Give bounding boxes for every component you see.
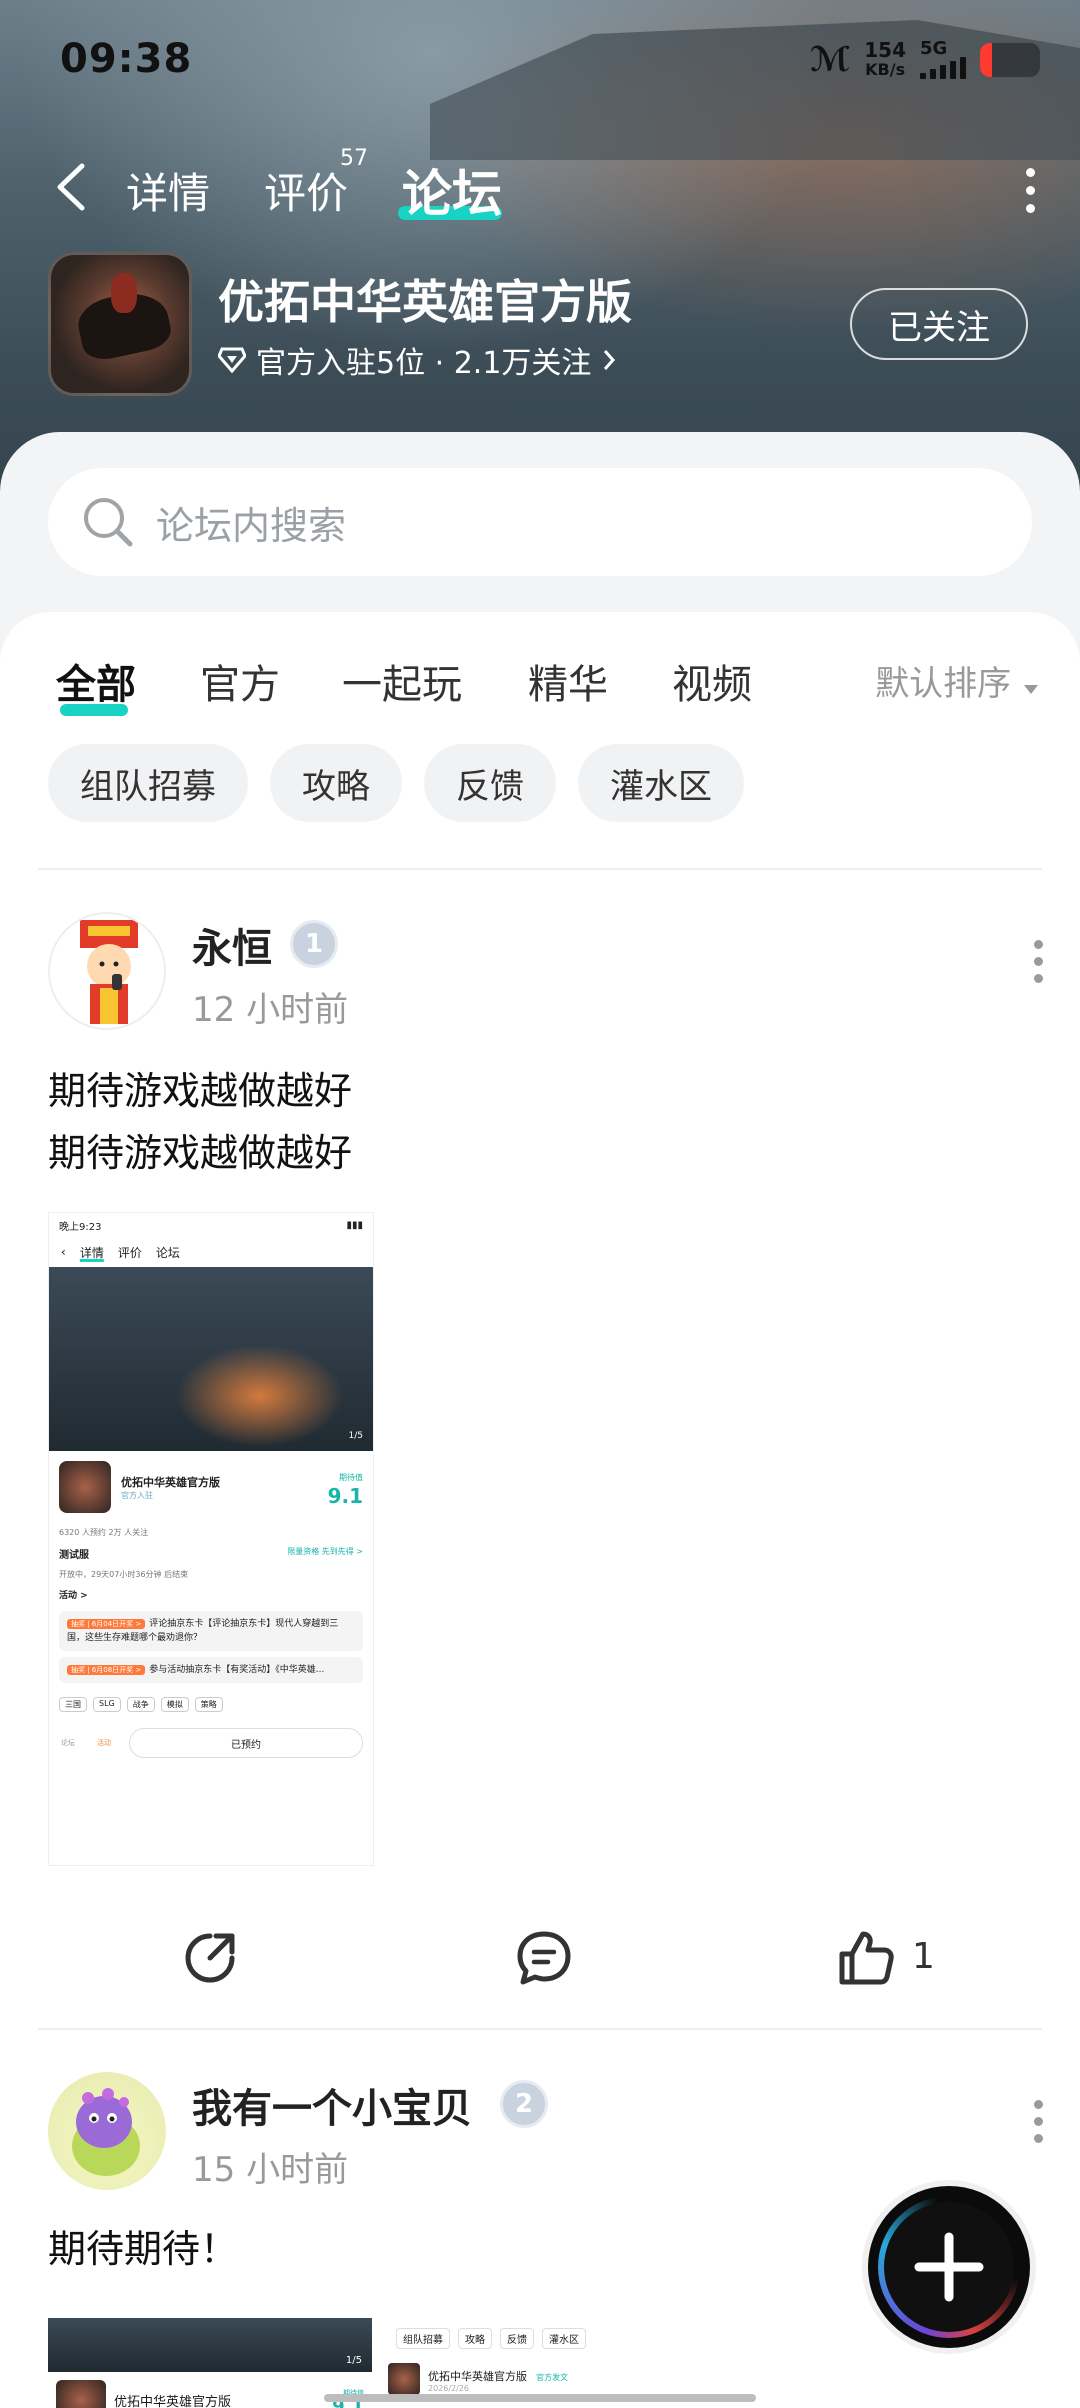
new-post-button[interactable] [868, 2186, 1030, 2348]
top-nav: 详情 评价 57 论坛 [0, 140, 1080, 230]
avatar[interactable] [48, 2072, 166, 2190]
comment-icon[interactable] [514, 1928, 574, 1988]
app-icon[interactable] [48, 252, 192, 396]
status-bar: 09:38 ℳ 154 KB/s 5G [60, 30, 1040, 90]
sort-dropdown[interactable]: 默认排序 [875, 656, 1040, 705]
share-icon[interactable] [180, 1928, 240, 1988]
post-time: 15 小时前 [192, 2150, 349, 2190]
back-arrow-icon[interactable] [52, 160, 92, 214]
forum-panel: 论坛内搜索 全部 官方 一起玩 精华 视频 默认排序 组队招募 攻略 反馈 灌水… [0, 432, 1080, 2408]
divider [38, 2028, 1042, 2030]
forum-tab-play-together[interactable]: 一起玩 [342, 652, 462, 710]
battery-icon [980, 43, 1040, 77]
network-type: 5G [920, 38, 948, 59]
reviews-count: 57 [340, 146, 368, 171]
chip-feedback[interactable]: 反馈 [424, 744, 556, 822]
post-image[interactable]: 1/5 优拓中华英雄官方版 期待值 9.1 [48, 2318, 372, 2408]
app-meta-link[interactable]: 官方入驻5位 · 2.1万关注 [218, 338, 617, 382]
tab-details[interactable]: 详情 [126, 160, 210, 221]
post-author[interactable]: 我有一个小宝贝 [192, 2076, 472, 2134]
forum-tab-official[interactable]: 官方 [200, 652, 280, 710]
forum-tab-all[interactable]: 全部 [56, 652, 136, 710]
post-more-icon[interactable] [1034, 940, 1044, 991]
user-level-badge: 2 [500, 2080, 548, 2128]
like-count: 1 [912, 1936, 935, 1977]
post-more-icon[interactable] [1034, 2100, 1044, 2151]
diamond-icon [218, 347, 246, 373]
chevron-right-icon [604, 350, 616, 370]
like-icon[interactable] [836, 1928, 896, 1988]
caret-down-icon [1024, 685, 1038, 694]
post-author[interactable]: 永恒 [192, 916, 272, 974]
forum-tab-featured[interactable]: 精华 [528, 652, 608, 710]
forum-tab-video[interactable]: 视频 [672, 652, 752, 710]
net-speed: 154 KB/s [864, 38, 906, 79]
post-text: 期待期待！ [48, 2227, 239, 2271]
divider [38, 868, 1042, 870]
forum-tabs: 全部 官方 一起玩 精华 视频 默认排序 [0, 652, 1080, 722]
post-image[interactable]: 晚上9:23 ▮▮▮ ‹ 详情 评价 论坛 1/5 优拓中华英雄官方版 官方入驻 [48, 1212, 374, 1866]
tab-reviews[interactable]: 评价 [264, 160, 348, 221]
chip-guides[interactable]: 攻略 [270, 744, 402, 822]
forum-tab-indicator [60, 704, 128, 716]
plus-icon [914, 2232, 984, 2302]
chip-team-recruit[interactable]: 组队招募 [48, 744, 248, 822]
avatar[interactable] [48, 912, 166, 1030]
home-indicator[interactable] [324, 2394, 756, 2402]
status-time: 09:38 [60, 36, 193, 82]
chip-chat[interactable]: 灌水区 [578, 744, 744, 822]
post-actions: 1 [0, 1928, 1080, 2008]
tab-forum[interactable]: 论坛 [402, 154, 502, 226]
search-input[interactable]: 论坛内搜索 [48, 468, 1032, 576]
search-icon [84, 498, 133, 547]
follow-button[interactable]: 已关注 [850, 288, 1028, 360]
search-placeholder: 论坛内搜索 [156, 503, 347, 548]
post-text: 期待游戏越做越好 期待游戏越做越好 [48, 1069, 353, 1175]
user-level-badge: 1 [290, 920, 338, 968]
category-chips: 组队招募 攻略 反馈 灌水区 [48, 744, 744, 822]
more-options-icon[interactable] [1026, 168, 1040, 222]
signal-icon [920, 57, 966, 79]
carrier-logo-icon: ℳ [809, 40, 851, 80]
app-name: 优拓中华英雄官方版 [218, 275, 632, 329]
forum-content: 全部 官方 一起玩 精华 视频 默认排序 组队招募 攻略 反馈 灌水区 永恒 1… [0, 612, 1080, 2408]
post-time: 12 小时前 [192, 990, 349, 1030]
